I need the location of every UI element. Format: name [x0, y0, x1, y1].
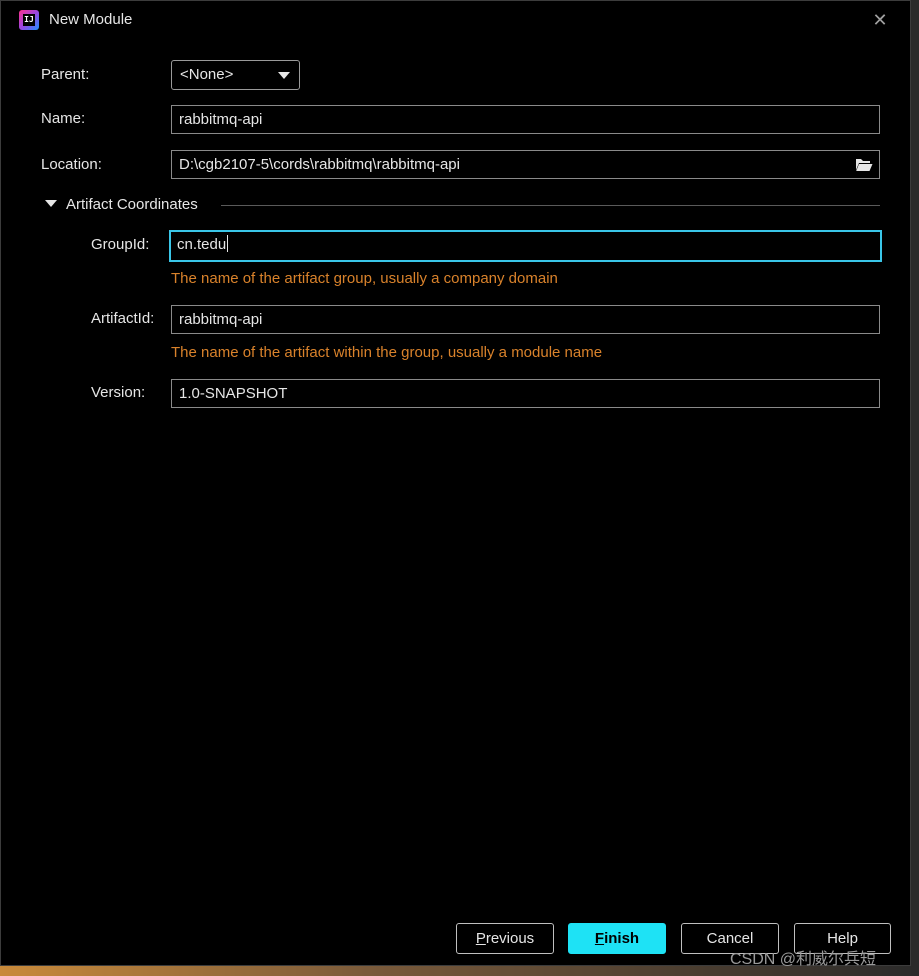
location-value: D:\cgb2107-5\cords\rabbitmq\rabbitmq-api [179, 156, 460, 173]
previous-label-rest: revious [485, 930, 535, 947]
artifactid-label: ArtifactId: [91, 310, 155, 327]
text-caret [227, 235, 229, 252]
dialog-title: New Module [49, 11, 133, 28]
title-bar: IJ New Module ✕ [1, 1, 910, 39]
csdn-watermark: CSDN @利威尔兵短 [730, 951, 877, 968]
location-label: Location: [41, 156, 102, 173]
finish-button[interactable]: Finish [568, 923, 666, 954]
artifactid-field[interactable]: rabbitmq-api [171, 305, 880, 334]
intellij-app-icon: IJ [19, 10, 39, 30]
collapse-triangle-icon[interactable] [45, 200, 57, 207]
version-label: Version: [91, 384, 146, 401]
groupid-hint: The name of the artifact group, usually … [171, 270, 558, 287]
groupid-field[interactable]: cn.tedu [169, 230, 882, 262]
previous-button[interactable]: Previous [456, 923, 554, 954]
finish-label-rest: inish [604, 930, 640, 947]
desktop-background-right [911, 40, 919, 976]
groupid-label: GroupId: [91, 236, 150, 253]
name-label: Name: [41, 110, 86, 127]
close-icon[interactable]: ✕ [867, 7, 893, 33]
artifact-coordinates-title[interactable]: Artifact Coordinates [66, 196, 198, 213]
parent-select[interactable]: <None> [171, 60, 300, 90]
chevron-down-icon [278, 72, 290, 79]
groupid-value: cn.tedu [177, 236, 227, 253]
location-field[interactable]: D:\cgb2107-5\cords\rabbitmq\rabbitmq-api [171, 150, 880, 179]
previous-mnemonic: P [475, 930, 486, 947]
parent-label: Parent: [41, 66, 90, 83]
finish-mnemonic: F [594, 930, 605, 947]
folder-open-icon[interactable] [855, 157, 873, 172]
name-field[interactable]: rabbitmq-api [171, 105, 880, 134]
new-module-dialog: IJ New Module ✕ Parent: <None> Name: rab… [0, 0, 911, 966]
section-divider [221, 205, 880, 206]
version-field[interactable]: 1.0-SNAPSHOT [171, 379, 880, 408]
artifactid-hint: The name of the artifact within the grou… [171, 344, 603, 361]
parent-select-value: <None> [180, 66, 234, 83]
